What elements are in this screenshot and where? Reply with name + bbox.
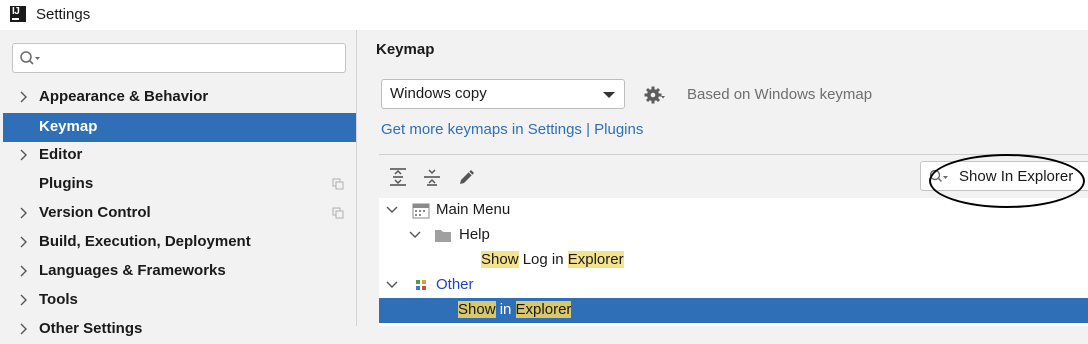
sidebar-item-build[interactable]: Build, Execution, Deployment [0,228,357,257]
collapse-all-icon[interactable] [423,167,441,187]
search-match-highlight: Show [481,251,519,268]
get-more-keymaps-link[interactable]: Get more keymaps in Settings | Plugins [381,121,643,138]
based-on-label: Based on Windows keymap [687,86,873,103]
sidebar-item-languages[interactable]: Languages & Frameworks [0,257,357,286]
search-match-highlight: Explorer [567,251,624,268]
tree-item-label: Main Menu [436,201,511,218]
sidebar-item-version-control[interactable]: Version Control [0,199,357,228]
sidebar-item-label: Tools [39,291,78,308]
tree-item-label: Show Log in Explorer [481,251,624,268]
chevron-right-icon[interactable] [18,322,28,336]
tree-row-show-in-explorer[interactable]: Show in Explorer [379,298,1088,323]
tree-row-show-log-in-explorer[interactable]: Show Log in Explorer [379,248,1088,273]
tree-row-other[interactable]: Other [379,273,1088,298]
sidebar-item-label: Languages & Frameworks [39,262,226,279]
expand-all-icon[interactable] [389,167,407,187]
annotation-circle [929,154,1085,208]
chevron-down-icon[interactable] [409,230,421,240]
tree-item-label: Other [436,276,474,293]
dropdown-arrow-icon[interactable] [603,92,615,98]
window-title: Settings [36,6,91,23]
settings-search[interactable] [12,43,346,73]
keymap-select[interactable]: Windows copy [381,79,625,109]
intellij-logo-icon: IJ [10,6,26,22]
tree-row-help[interactable]: Help [379,223,1088,248]
sidebar-item-label: Build, Execution, Deployment [39,233,251,250]
sidebar-item-other-settings[interactable]: Other Settings [0,315,357,344]
sidebar-item-label: Appearance & Behavior [39,88,209,105]
sidebar-item-label: Other Settings [39,320,143,337]
tree-item-text: in [495,301,516,318]
search-match-highlight: Explorer [515,301,572,318]
sidebar-item-plugins[interactable]: Plugins [0,170,357,199]
keymap-select-value: Windows copy [390,85,487,102]
folder-icon [435,230,451,242]
settings-search-input[interactable] [47,48,341,70]
search-icon [20,51,40,65]
sidebar-item-label: Keymap [39,118,98,135]
project-settings-icon [332,207,344,219]
sidebar-item-label: Version Control [39,204,151,221]
tree-item-label: Help [459,226,490,243]
other-actions-icon [416,280,426,290]
sidebar-item-editor[interactable]: Editor [0,141,357,170]
chevron-right-icon[interactable] [18,90,28,104]
main-menu-icon [412,203,430,219]
project-settings-icon [332,178,344,190]
tree-item-text: Log in [518,251,568,268]
chevron-right-icon[interactable] [18,264,28,278]
sidebar-item-appearance[interactable]: Appearance & Behavior [0,83,357,112]
chevron-down-icon[interactable] [386,280,398,290]
page-title: Keymap [376,41,435,58]
settings-sidebar: Appearance & Behavior Keymap Editor Plug… [0,30,357,337]
tree-item-label: Show in Explorer [458,301,572,318]
search-match-highlight: Show [458,301,496,318]
chevron-right-icon[interactable] [18,293,28,307]
chevron-right-icon[interactable] [18,206,28,220]
chevron-right-icon[interactable] [18,148,28,162]
chevron-down-icon[interactable] [386,205,398,215]
sidebar-item-tools[interactable]: Tools [0,286,357,315]
title-bar: IJ Settings [0,0,1088,30]
keymap-action-tree: Main Menu Help Show Log in Explorer Othe… [379,198,1088,326]
sidebar-item-label: Plugins [39,175,94,192]
chevron-right-icon[interactable] [18,235,28,249]
gear-icon[interactable] [644,85,666,105]
edit-pencil-icon[interactable] [457,167,477,187]
sidebar-item-keymap[interactable]: Keymap [3,113,356,142]
sidebar-item-label: Editor [39,146,83,163]
